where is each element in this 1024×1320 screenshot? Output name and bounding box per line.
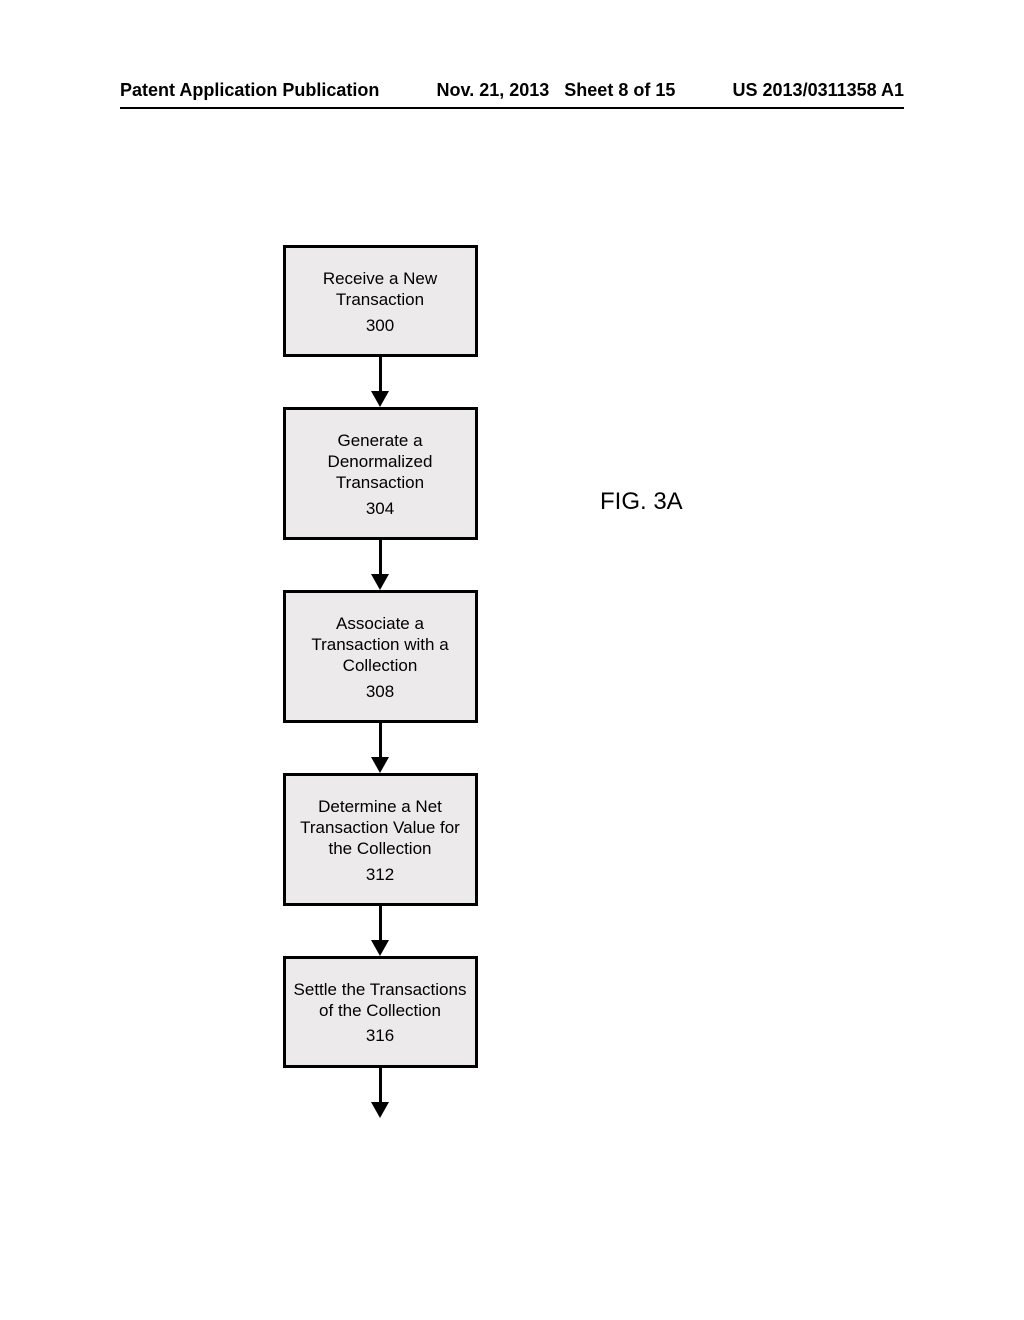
arrow-stem [379, 906, 382, 940]
arrow-head-icon [371, 757, 389, 773]
arrow-head-icon [371, 1102, 389, 1118]
arrow-head-icon [371, 940, 389, 956]
arrow-5 [371, 1068, 389, 1118]
arrow-1 [371, 357, 389, 407]
step-text: Settle the Transactions of the Collectio… [294, 980, 467, 1020]
step-ref: 304 [294, 498, 467, 519]
arrow-head-icon [371, 391, 389, 407]
arrow-3 [371, 723, 389, 773]
step-ref: 312 [294, 864, 467, 885]
header-date-sheet: Nov. 21, 2013 Sheet 8 of 15 [437, 80, 676, 101]
arrow-head-icon [371, 574, 389, 590]
figure-label: FIG. 3A [600, 488, 683, 516]
patent-page: Patent Application Publication Nov. 21, … [0, 0, 1024, 1320]
step-text: Determine a Net Transaction Value for th… [300, 797, 460, 859]
step-ref: 308 [294, 681, 467, 702]
step-308: Associate a Transaction with a Collectio… [283, 590, 478, 723]
step-text: Receive a New Transaction [323, 269, 437, 309]
step-300: Receive a New Transaction 300 [283, 245, 478, 357]
arrow-2 [371, 540, 389, 590]
page-header: Patent Application Publication Nov. 21, … [120, 80, 904, 109]
step-text: Generate a Denormalized Transaction [328, 431, 433, 493]
header-pubnum: US 2013/0311358 A1 [733, 80, 904, 101]
arrow-stem [379, 723, 382, 757]
arrow-stem [379, 540, 382, 574]
flowchart: Receive a New Transaction 300 Generate a… [270, 245, 490, 1118]
arrow-stem [379, 1068, 382, 1102]
header-sheet: Sheet 8 of 15 [564, 80, 675, 100]
header-publication: Patent Application Publication [120, 80, 379, 101]
header-date: Nov. 21, 2013 [437, 80, 550, 100]
step-304: Generate a Denormalized Transaction 304 [283, 407, 478, 540]
step-ref: 316 [294, 1025, 467, 1046]
arrow-4 [371, 906, 389, 956]
arrow-stem [379, 357, 382, 391]
step-text: Associate a Transaction with a Collectio… [311, 614, 448, 676]
step-ref: 300 [294, 315, 467, 336]
step-316: Settle the Transactions of the Collectio… [283, 956, 478, 1068]
step-312: Determine a Net Transaction Value for th… [283, 773, 478, 906]
